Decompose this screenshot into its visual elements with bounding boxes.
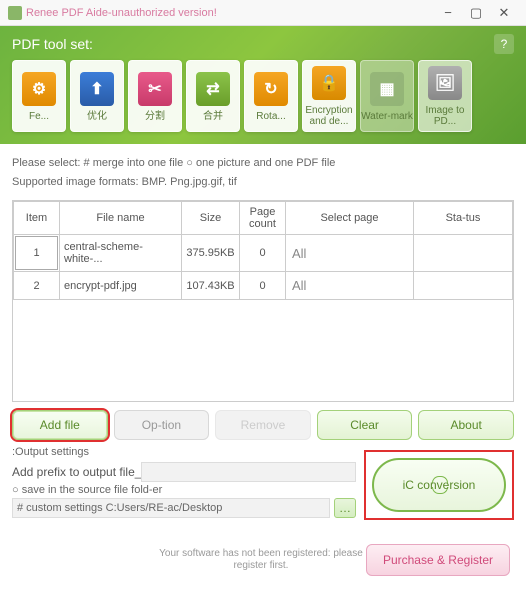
file-table-wrap: Item File name Size Page count Select pa… bbox=[12, 200, 514, 402]
merge-icon: ⇄ bbox=[196, 72, 230, 106]
cell-filename: encrypt-pdf.jpg bbox=[60, 272, 182, 300]
th-pagecount: Page count bbox=[240, 202, 286, 235]
output-path-input[interactable] bbox=[12, 498, 330, 518]
option-button[interactable]: Op-tion bbox=[114, 410, 210, 440]
cell-pagecount: 0 bbox=[240, 272, 286, 300]
gear-icon: ⚙ bbox=[22, 72, 56, 106]
cell-selectpage[interactable]: All bbox=[286, 235, 414, 272]
th-selectpage: Select page bbox=[286, 202, 414, 235]
tool-optimize[interactable]: ⬆优化 bbox=[70, 60, 124, 132]
close-button[interactable]: ✕ bbox=[490, 1, 518, 25]
register-text: Your software has not been registered: p… bbox=[156, 548, 366, 572]
formats-text: Supported image formats: BMP. Png.jpg.gi… bbox=[12, 176, 514, 188]
tool-watermark[interactable]: ▦Water-mark bbox=[360, 60, 414, 132]
cell-size: 375.95KB bbox=[182, 235, 240, 272]
cell-pagecount: 0 bbox=[240, 235, 286, 272]
radio-source-folder[interactable]: ○ save in the source file fold-er bbox=[12, 484, 356, 496]
th-size: Size bbox=[182, 202, 240, 235]
up-arrow-icon: ⬆ bbox=[80, 72, 114, 106]
cell-status bbox=[414, 272, 513, 300]
rotate-icon: ↻ bbox=[254, 72, 288, 106]
row-selector[interactable]: 1 bbox=[15, 236, 58, 270]
toolset: ⚙Fe... ⬆优化 ✂分割 ⇄合并 ↻Rota... 🔒Encryption … bbox=[12, 60, 514, 132]
convert-box: iC conversion bbox=[364, 450, 514, 520]
th-item: Item bbox=[14, 202, 60, 235]
th-filename: File name bbox=[60, 202, 182, 235]
app-icon bbox=[8, 6, 22, 20]
scissors-icon: ✂ bbox=[138, 72, 172, 106]
th-status: Sta-tus bbox=[414, 202, 513, 235]
minimize-button[interactable]: − bbox=[434, 1, 462, 25]
add-file-button[interactable]: Add file bbox=[12, 410, 108, 440]
browse-button[interactable]: … bbox=[334, 498, 356, 518]
tool-fe[interactable]: ⚙Fe... bbox=[12, 60, 66, 132]
tool-split[interactable]: ✂分割 bbox=[128, 60, 182, 132]
cell-status bbox=[414, 235, 513, 272]
image-icon: 🖼 bbox=[428, 66, 462, 100]
toolset-title: PDF tool set: bbox=[12, 36, 93, 52]
actions-row: Add file Op-tion Remove Clear About bbox=[12, 410, 514, 440]
footer: Your software has not been registered: p… bbox=[0, 532, 526, 588]
instruction-text: Please select: # merge into one file ○ o… bbox=[12, 156, 514, 170]
purchase-register-button[interactable]: Purchase & Register bbox=[366, 544, 510, 576]
remove-button[interactable]: Remove bbox=[215, 410, 311, 440]
cell-filename: central-scheme-white-... bbox=[60, 235, 182, 272]
cell-item: 2 bbox=[14, 272, 60, 300]
help-icon[interactable]: ? bbox=[494, 34, 514, 54]
lock-icon: 🔒 bbox=[312, 66, 346, 100]
tool-image-to-pdf[interactable]: 🖼Image to PD... bbox=[418, 60, 472, 132]
tool-rotate[interactable]: ↻Rota... bbox=[244, 60, 298, 132]
convert-button[interactable]: iC conversion bbox=[372, 458, 506, 512]
prefix-input[interactable] bbox=[141, 462, 356, 482]
maximize-button[interactable]: ▢ bbox=[462, 1, 490, 25]
table-row[interactable]: 2 encrypt-pdf.jpg 107.43KB 0 All bbox=[14, 272, 513, 300]
prefix-label: Add prefix to output file_ bbox=[12, 465, 141, 479]
about-button[interactable]: About bbox=[418, 410, 514, 440]
body: Please select: # merge into one file ○ o… bbox=[0, 144, 526, 532]
clear-button[interactable]: Clear bbox=[317, 410, 413, 440]
file-table: Item File name Size Page count Select pa… bbox=[13, 201, 513, 300]
watermark-icon: ▦ bbox=[370, 72, 404, 106]
output-left: Add prefix to output file_ ○ save in the… bbox=[12, 462, 356, 520]
table-row[interactable]: 1 central-scheme-white-... 375.95KB 0 Al… bbox=[14, 235, 513, 272]
cell-selectpage[interactable]: All bbox=[286, 272, 414, 300]
window-title: Renee PDF Aide-unauthorized version! bbox=[26, 7, 434, 19]
tool-encrypt[interactable]: 🔒Encryption and de... bbox=[302, 60, 356, 132]
tool-merge[interactable]: ⇄合并 bbox=[186, 60, 240, 132]
cell-size: 107.43KB bbox=[182, 272, 240, 300]
header: PDF tool set: ? ⚙Fe... ⬆优化 ✂分割 ⇄合并 ↻Rota… bbox=[0, 26, 526, 144]
titlebar: Renee PDF Aide-unauthorized version! − ▢… bbox=[0, 0, 526, 26]
